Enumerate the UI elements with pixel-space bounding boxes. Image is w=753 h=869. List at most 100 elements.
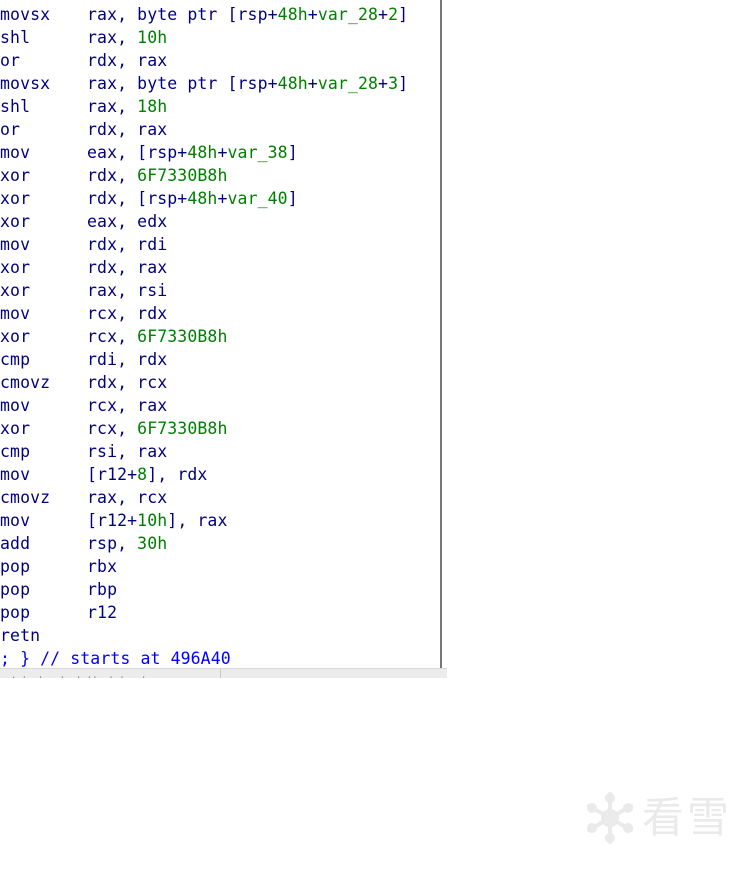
operand-text: [r12+ [87, 511, 138, 530]
operand-text: rbp [87, 580, 118, 599]
operand-text: + [217, 189, 228, 208]
operand-text: rdx, [rsp+ [87, 189, 188, 208]
operand-value: var_40 [227, 189, 288, 208]
code-line[interactable]: xor rdx, [rsp+48h+var_40] [0, 187, 408, 210]
operand-text: ] [287, 189, 298, 208]
operand-value: 30h [137, 534, 168, 553]
code-line[interactable]: cmovz rax, rcx [0, 486, 408, 509]
instruction-mnemonic: movsx [0, 74, 51, 93]
operand-text: ] [398, 5, 409, 24]
operand-text: rcx, [87, 419, 138, 438]
instruction-mnemonic: add [0, 534, 31, 553]
code-line[interactable]: xor eax, edx [0, 210, 408, 233]
code-line[interactable]: or rdx, rax [0, 49, 408, 72]
instruction-mnemonic: cmovz [0, 488, 51, 507]
operand-text: r12 [87, 603, 118, 622]
operand-value: 6F7330B8h [137, 166, 228, 185]
operand-value: 48h [277, 5, 308, 24]
code-line[interactable]: retn [0, 624, 408, 647]
operand-text: rsp, [87, 534, 138, 553]
instruction-mnemonic: pop [0, 580, 31, 599]
operand-text: rax, byte ptr [rsp+ [87, 74, 278, 93]
operand-text: rax, rcx [87, 488, 168, 507]
code-line[interactable]: mov [r12+8], rdx [0, 463, 408, 486]
operand-text: rdx, rax [87, 120, 168, 139]
operand-value: 2 [388, 5, 399, 24]
code-line[interactable]: pop rbp [0, 578, 408, 601]
function-end-comment: ; } // starts at 496A40 [0, 649, 231, 668]
code-line[interactable]: mov rcx, rax [0, 394, 408, 417]
operand-text: rdx, rcx [87, 373, 168, 392]
operand-text: ] [287, 143, 298, 162]
code-line[interactable]: cmp rsi, rax [0, 440, 408, 463]
operand-text: rcx, rax [87, 396, 168, 415]
horizontal-scrollbar[interactable]: . , , , , ,, , , , [0, 668, 447, 678]
operand-value: 6F7330B8h [137, 419, 228, 438]
operand-text: rax, [87, 28, 138, 47]
scrollbar-thumb-edge[interactable] [220, 669, 221, 678]
operand-text: rcx, rdx [87, 304, 168, 323]
code-line[interactable]: or rdx, rax [0, 118, 408, 141]
code-line[interactable]: mov rcx, rdx [0, 302, 408, 325]
operand-value: 8 [137, 465, 148, 484]
instruction-mnemonic: or [0, 120, 21, 139]
operand-text: + [378, 74, 389, 93]
operand-value: var_38 [227, 143, 288, 162]
instruction-mnemonic: mov [0, 304, 31, 323]
code-line[interactable]: pop r12 [0, 601, 408, 624]
code-line[interactable]: xor rdx, rax [0, 256, 408, 279]
code-line[interactable]: mov eax, [rsp+48h+var_38] [0, 141, 408, 164]
operand-value: 6F7330B8h [137, 327, 228, 346]
code-line[interactable]: cmovz rdx, rcx [0, 371, 408, 394]
operand-text: eax, edx [87, 212, 168, 231]
operand-text: + [217, 143, 228, 162]
code-line[interactable]: xor rcx, 6F7330B8h [0, 417, 408, 440]
code-line[interactable]: xor rax, rsi [0, 279, 408, 302]
operand-text: rdx, rdi [87, 235, 168, 254]
instruction-mnemonic: xor [0, 327, 31, 346]
operand-value: var_28 [317, 5, 379, 24]
instruction-mnemonic: xor [0, 258, 31, 277]
operand-text: rdx, [87, 166, 138, 185]
instruction-mnemonic: cmp [0, 350, 31, 369]
snowflake-icon [587, 792, 633, 844]
code-line[interactable]: shl rax, 10h [0, 26, 408, 49]
operand-value: 48h [187, 189, 218, 208]
operand-text: + [307, 74, 318, 93]
operand-text: + [307, 5, 318, 24]
disassembly-lines: movsx rax, byte ptr [rsp+48h+var_28+2] shl… [0, 3, 408, 668]
instruction-mnemonic: xor [0, 212, 31, 231]
code-line[interactable]: pop rbx [0, 555, 408, 578]
operand-value: var_28 [317, 74, 379, 93]
instruction-mnemonic: retn [0, 626, 41, 645]
code-line[interactable]: movsx rax, byte ptr [rsp+48h+var_28+3] [0, 72, 408, 95]
watermark: 看雪 [582, 790, 732, 846]
operand-text: rax, rsi [87, 281, 168, 300]
code-line[interactable]: xor rdx, 6F7330B8h [0, 164, 408, 187]
operand-value: 10h [137, 28, 168, 47]
code-line[interactable]: cmp rdi, rdx [0, 348, 408, 371]
code-line[interactable]: mov [r12+10h], rax [0, 509, 408, 532]
instruction-mnemonic: movsx [0, 5, 51, 24]
code-line[interactable]: xor rcx, 6F7330B8h [0, 325, 408, 348]
code-line[interactable]: shl rax, 18h [0, 95, 408, 118]
operand-text: rdi, rdx [87, 350, 168, 369]
operand-value: 10h [137, 511, 168, 530]
code-line[interactable]: mov rdx, rdi [0, 233, 408, 256]
operand-value: 48h [277, 74, 308, 93]
operand-text: rdx, rax [87, 51, 168, 70]
instruction-mnemonic: or [0, 51, 21, 70]
operand-text: rdx, rax [87, 258, 168, 277]
code-line[interactable]: movsx rax, byte ptr [rsp+48h+var_28+2] [0, 3, 408, 26]
instruction-mnemonic: xor [0, 189, 31, 208]
code-line[interactable]: add rsp, 30h [0, 532, 408, 555]
instruction-mnemonic: xor [0, 419, 31, 438]
operand-text: ] [398, 74, 409, 93]
instruction-mnemonic: xor [0, 281, 31, 300]
operand-text: [r12+ [87, 465, 138, 484]
instruction-mnemonic: mov [0, 465, 31, 484]
operand-text: rax, byte ptr [rsp+ [87, 5, 278, 24]
operand-text: + [378, 5, 389, 24]
disassembly-view[interactable]: movsx rax, byte ptr [rsp+48h+var_28+2] shl… [0, 0, 442, 668]
instruction-mnemonic: cmp [0, 442, 31, 461]
